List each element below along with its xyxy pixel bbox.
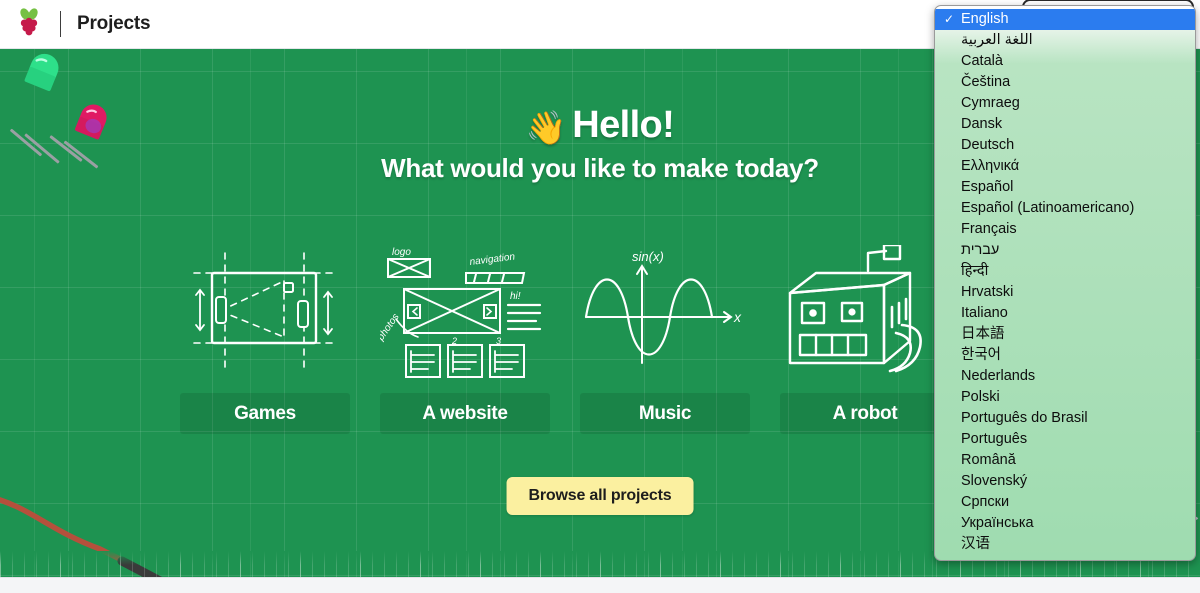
language-option-label: Deutsch xyxy=(961,137,1015,153)
sketch-label-logo: logo xyxy=(392,247,411,258)
language-option-italiano[interactable]: Italiano xyxy=(935,303,1195,324)
language-option-hrvatski[interactable]: Hrvatski xyxy=(935,282,1195,303)
page-root: Projects 👋 Hello! What would you like to… xyxy=(0,0,1200,593)
language-option-label: Italiano xyxy=(961,305,1008,321)
language-option-chinese[interactable]: 汉语 xyxy=(935,534,1195,555)
header-divider xyxy=(60,11,61,37)
language-option-label: Українська xyxy=(961,515,1034,531)
category-label: Music xyxy=(580,393,750,434)
language-option-label: Français xyxy=(961,221,1017,237)
language-option-label: Nederlands xyxy=(961,368,1036,384)
language-option-hebrew[interactable]: עברית xyxy=(935,240,1195,261)
browse-all-projects-button[interactable]: Browse all projects xyxy=(506,477,694,515)
language-option-hindi[interactable]: हिन्दी xyxy=(935,261,1195,282)
language-option-label: 한국어 xyxy=(961,347,1002,363)
page-title: Projects xyxy=(77,13,151,34)
sketch-label-hi: hi! xyxy=(510,291,521,302)
language-option-label: English xyxy=(961,11,1009,27)
language-option-label: Português xyxy=(961,431,1028,447)
category-label: Games xyxy=(180,393,350,434)
language-option-english[interactable]: ✓ English xyxy=(935,9,1195,30)
sketch-label-photos: photos xyxy=(380,312,402,344)
wireframe-sketch-icon: logo navigation hi! photos 2 3 xyxy=(380,245,550,385)
language-option-label: Čeština xyxy=(961,74,1011,90)
language-option-label: Ελληνικά xyxy=(961,158,1020,174)
language-option-label: हिन्दी xyxy=(961,263,989,279)
language-dropdown-menu[interactable]: ✓ English اللغة العربية Català Čeština C… xyxy=(934,5,1196,561)
language-option-dansk[interactable]: Dansk xyxy=(935,114,1195,135)
language-option-catala[interactable]: Català xyxy=(935,51,1195,72)
language-option-portugues-do-brasil[interactable]: Português do Brasil xyxy=(935,408,1195,429)
language-option-cestina[interactable]: Čeština xyxy=(935,72,1195,93)
raspberry-pi-logo-icon[interactable] xyxy=(12,7,46,41)
language-option-label: 汉语 xyxy=(961,536,990,552)
waving-hand-icon: 👋 xyxy=(525,109,567,146)
language-option-slovensky[interactable]: Slovenský xyxy=(935,471,1195,492)
language-option-label: Slovenský xyxy=(961,473,1028,489)
category-label: A website xyxy=(380,393,550,434)
language-option-label: Català xyxy=(961,53,1003,69)
language-option-label: Cymraeg xyxy=(961,95,1020,111)
category-label: A robot xyxy=(780,393,950,434)
sketch-label-navigation: navigation xyxy=(469,251,516,268)
bottom-strip xyxy=(0,577,1200,593)
language-option-label: עברית xyxy=(961,242,1000,258)
sketch-label-x: x xyxy=(733,309,742,325)
pong-sketch-icon xyxy=(180,245,350,385)
language-option-label: Hrvatski xyxy=(961,284,1014,300)
language-option-list: ✓ English اللغة العربية Català Čeština C… xyxy=(935,9,1195,555)
svg-text:3: 3 xyxy=(496,336,501,346)
language-option-deutsch[interactable]: Deutsch xyxy=(935,135,1195,156)
language-option-label: اللغة العربية xyxy=(961,32,1033,48)
language-option-romana[interactable]: Română xyxy=(935,450,1195,471)
language-option-label: Polski xyxy=(961,389,1000,405)
svg-text:2: 2 xyxy=(451,336,457,346)
language-option-label: 日本語 xyxy=(961,326,1005,342)
language-option-korean[interactable]: 한국어 xyxy=(935,345,1195,366)
sine-wave-sketch-icon: sin(x) x xyxy=(580,245,750,385)
language-option-espanol[interactable]: Español xyxy=(935,177,1195,198)
category-card-music[interactable]: sin(x) x Music xyxy=(580,245,750,434)
language-option-greek[interactable]: Ελληνικά xyxy=(935,156,1195,177)
language-option-portugues[interactable]: Português xyxy=(935,429,1195,450)
check-icon: ✓ xyxy=(944,12,955,26)
language-option-francais[interactable]: Français xyxy=(935,219,1195,240)
language-option-cymraeg[interactable]: Cymraeg xyxy=(935,93,1195,114)
robot-sketch-icon xyxy=(780,245,950,385)
language-option-label: Español xyxy=(961,179,1014,195)
language-option-label: Српски xyxy=(961,494,1010,510)
category-card-a-website[interactable]: logo navigation hi! photos 2 3 A website xyxy=(380,245,550,434)
language-option-srpski[interactable]: Српски xyxy=(935,492,1195,513)
language-option-espanol-latinoamericano[interactable]: Español (Latinoamericano) xyxy=(935,198,1195,219)
language-option-polski[interactable]: Polski xyxy=(935,387,1195,408)
language-option-label: Dansk xyxy=(961,116,1003,132)
language-option-ukrainska[interactable]: Українська xyxy=(935,513,1195,534)
language-option-label: Español (Latinoamericano) xyxy=(961,200,1135,216)
language-option-label: Português do Brasil xyxy=(961,410,1088,426)
language-option-arabic[interactable]: اللغة العربية xyxy=(935,30,1195,51)
language-option-label: Română xyxy=(961,452,1016,468)
language-option-japanese[interactable]: 日本語 xyxy=(935,324,1195,345)
category-card-games[interactable]: Games xyxy=(180,245,350,434)
hero-title-text: Hello! xyxy=(572,104,675,146)
category-card-a-robot[interactable]: A robot xyxy=(780,245,950,434)
sketch-label-sinx: sin(x) xyxy=(632,249,664,264)
language-option-nederlands[interactable]: Nederlands xyxy=(935,366,1195,387)
